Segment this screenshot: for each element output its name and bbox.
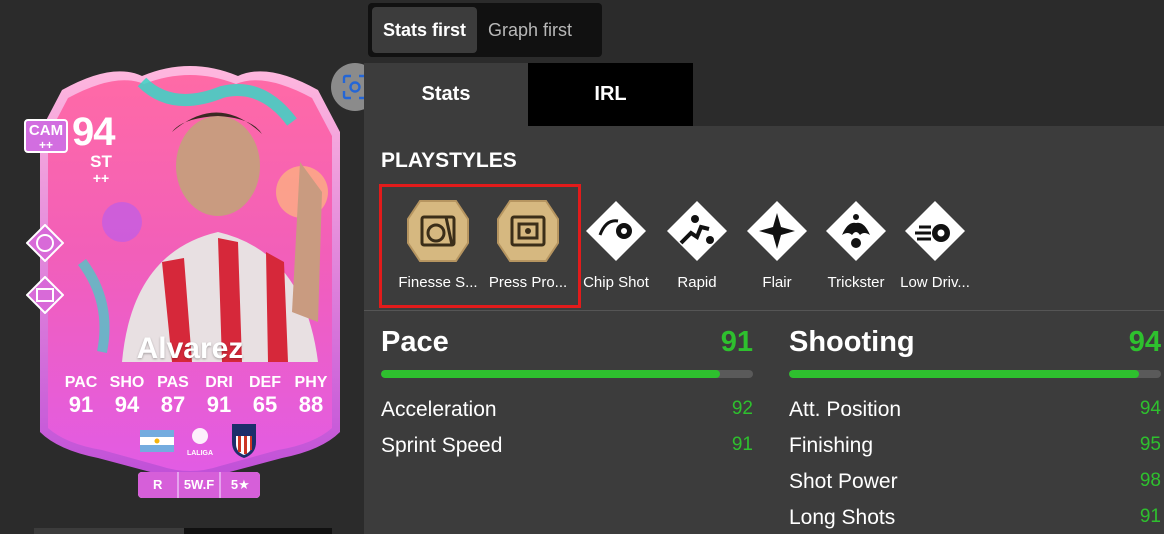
playstyle-rapid[interactable]: Rapid [656,199,738,291]
stat-name: Acceleration [381,398,497,421]
card-nation-league-club: LALIGA [140,424,256,458]
alt-position-plus: ++ [38,138,53,152]
main-tabs: Stats IRL [364,63,693,126]
playstyles-title: PLAYSTYLES [381,149,517,172]
card-stat-label: PHY [294,374,328,391]
low-driven-shot-icon [905,201,965,261]
stat-group-name: Shooting [789,326,915,358]
chip-shot-icon [586,201,646,261]
stat-row-long-shots: Long Shots 91 [789,506,1161,534]
trickster-icon [826,201,886,261]
card-player-name: Alvarez [136,332,244,365]
stat-group-header: Pace 91 [381,326,753,362]
stat-name: Shot Power [789,470,898,493]
card-stat-phy: PHY 88 [288,374,334,418]
card-stat-label: PAC [64,374,98,391]
stat-name: Long Shots [789,506,896,529]
section-divider [364,310,1164,311]
stat-group-bar [789,370,1161,378]
playstyle-label: Low Driv... [900,274,970,291]
card-stat-label: DRI [205,374,233,391]
stat-group-value: 94 [1128,326,1161,358]
stat-value: 98 [1139,470,1161,491]
card-stat-pac: PAC 91 [58,374,104,418]
card-stat-label: DEF [249,374,281,391]
flair-icon [747,201,807,261]
playstyles-plus-highlight [379,184,581,308]
graph-first-toggle[interactable]: Graph first [477,7,583,53]
view-toggle: Stats first Graph first [368,3,602,57]
card-stat-dri: DRI 91 [196,374,242,418]
stats-first-toggle[interactable]: Stats first [372,7,478,53]
stat-row-acceleration: Acceleration 92 [381,398,753,428]
card-stat-value: 65 [252,392,278,417]
stat-value: 91 [1139,506,1161,527]
skill-foot-badge: R [138,472,180,498]
playstyle-low-driven-shot[interactable]: Low Driv... [894,199,976,291]
stat-row-finishing: Finishing 95 [789,434,1161,464]
stat-value: 92 [731,398,753,419]
card-stat-value: 91 [206,392,232,417]
stat-value: 95 [1139,434,1161,455]
card-position: ST ++ [88,152,114,186]
stat-row-shot-power: Shot Power 98 [789,470,1161,500]
atletico-madrid-crest-icon [232,424,256,458]
playstyle-label: Trickster [827,274,885,291]
card-stat-sho: SHO 94 [104,374,150,418]
press-proven-side-icon [26,276,64,314]
stat-group-value: 91 [720,326,753,358]
stat-group-pace: Pace 91 Acceleration 92 Sprint Speed 91 [381,326,753,457]
tab-irl[interactable]: IRL [528,63,693,126]
card-stat-def: DEF 65 [242,374,288,418]
argentina-flag-icon [140,430,174,452]
position-label: ST [90,152,112,171]
stat-name: Finishing [789,434,874,457]
playstyle-label: Rapid [677,274,717,291]
position-plus: ++ [92,170,110,186]
rapid-icon [667,201,727,261]
stat-group-header: Shooting 94 [789,326,1161,362]
skill-moves-badge: 5★ [220,472,260,498]
stat-group-bar-fill [789,370,1139,378]
playstyle-trickster[interactable]: Trickster [815,199,897,291]
player-card: CAM ++ 94 ST ++ Alvarez PAC 91 SHO 94 PAS 8… [22,62,358,502]
card-badges: R 5W.F 5★ [138,472,260,498]
bottom-tab-active[interactable] [34,528,184,534]
card-stat-pas: PAS 87 [150,374,196,418]
playstyle-label: Chip Shot [583,274,649,291]
finesse-shot-side-icon [26,224,64,262]
stat-value: 94 [1139,398,1161,419]
league-label: LALIGA [187,450,213,457]
stat-name: Sprint Speed [381,434,503,457]
card-stat-value: 91 [68,392,94,417]
card-stat-value: 94 [114,392,140,417]
stat-row-att-position: Att. Position 94 [789,398,1161,428]
playstyle-chip-shot[interactable]: Chip Shot [575,199,657,291]
alt-position-label: CAM [28,122,64,139]
stat-value: 91 [731,434,753,455]
card-stat-label: PAS [157,374,189,391]
bottom-tab-strip[interactable] [34,528,332,534]
card-rating: 94 [72,110,115,154]
playstyle-flair[interactable]: Flair [736,199,818,291]
card-stat-value: 88 [298,392,324,417]
card-stat-value: 87 [160,392,186,417]
stat-group-shooting: Shooting 94 Att. Position 94 Finishing 9… [789,326,1161,529]
stat-group-name: Pace [381,326,449,358]
stat-name: Att. Position [789,398,902,421]
tab-stats[interactable]: Stats [364,63,528,126]
stat-group-bar [381,370,753,378]
player-card-panel: CAM ++ 94 ST ++ Alvarez PAC 91 SHO 94 PAS 8… [0,0,364,534]
playstyle-label: Flair [762,274,792,291]
stat-group-bar-fill [381,370,720,378]
weak-foot-badge: 5W.F [179,472,221,498]
laliga-logo-icon: LALIGA [187,428,213,457]
card-stat-label: SHO [109,374,145,391]
card-stats: PAC 91 SHO 94 PAS 87 DRI 91 DEF 65 PHY 88 [58,374,334,418]
stat-row-sprint-speed: Sprint Speed 91 [381,434,753,464]
alt-position-chip: CAM ++ [24,119,68,153]
